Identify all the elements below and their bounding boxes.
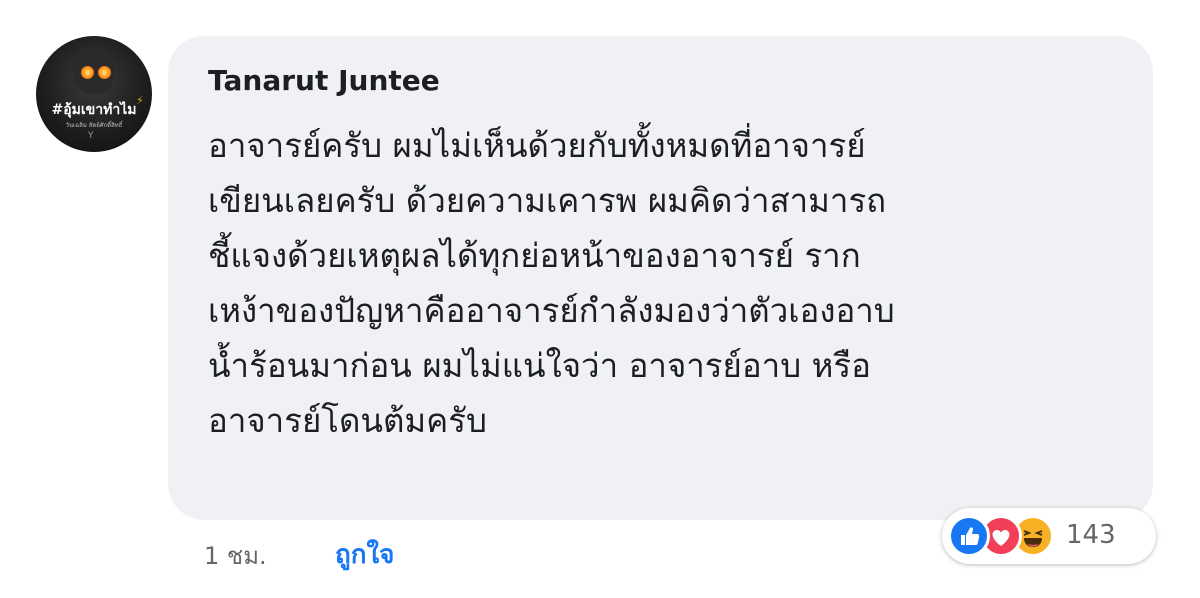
reaction-count: 143 (1066, 520, 1116, 550)
comment-author[interactable]: Tanarut Juntee (208, 64, 440, 97)
avatar[interactable]: ⚡ #อุ้มเขาทำไม วันเฉลิม สัตย์ศักดิ์สิทธิ… (36, 36, 152, 152)
comment: ⚡ #อุ้มเขาทำไม วันเฉลิม สัตย์ศักดิ์สิทธิ… (0, 0, 1200, 598)
avatar-mark: Y (88, 131, 94, 141)
avatar-subcaption: วันเฉลิม สัตย์ศักดิ์สิทธิ์ (65, 122, 123, 129)
comment-text: อาจารย์ครับ ผมไม่เห็นด้วยกับทั้งหมดที่อา… (208, 126, 895, 440)
avatar-caption: #อุ้มเขาทำไม (51, 102, 137, 118)
reactions-summary[interactable]: 143 (942, 508, 1156, 564)
comment-timestamp[interactable]: 1 ชม. (204, 536, 267, 575)
fire-eye-icon (81, 66, 94, 79)
like-button[interactable]: ถูกใจ (335, 534, 394, 575)
comment-bubble: Tanarut Juntee อาจารย์ครับ ผมไม่เห็นด้วย… (168, 36, 1153, 520)
fire-eye-icon (98, 66, 111, 79)
like-icon (948, 515, 990, 557)
